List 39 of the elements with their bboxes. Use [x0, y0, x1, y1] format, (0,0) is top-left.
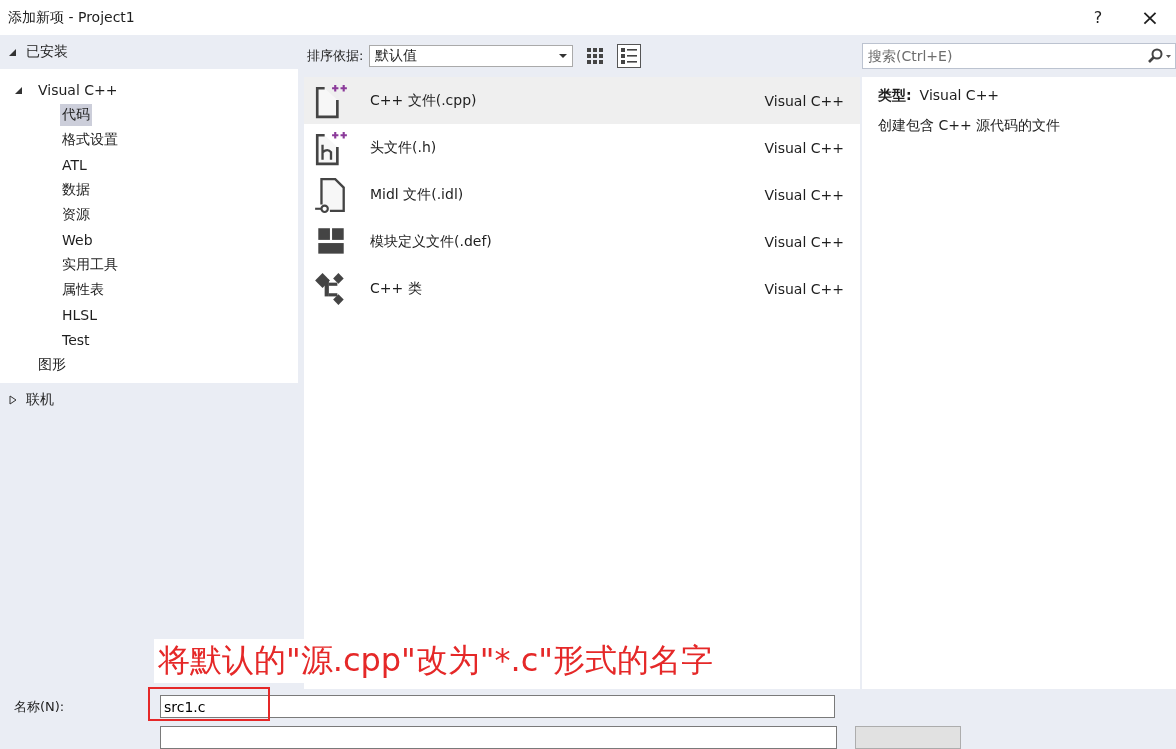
template-item[interactable]: Midl 文件(.idl) Visual C++ — [304, 171, 860, 219]
description-text: 创建包含 C++ 源代码的文件 — [878, 117, 1062, 136]
name-label: 名称(N): — [13, 697, 66, 716]
type-label: 类型: — [878, 87, 912, 106]
tree-item[interactable]: ATL — [60, 154, 89, 175]
sort-dropdown[interactable]: 默认值 — [369, 45, 574, 68]
tree-item[interactable]: 格式设置 — [60, 128, 120, 151]
section-header[interactable]: 已安装 — [26, 43, 68, 62]
search-icon — [1146, 48, 1172, 65]
collapsed-arrow-icon[interactable] — [8, 395, 18, 406]
template-item[interactable]: 模块定义文件(.def) Visual C++ — [304, 218, 860, 266]
type-value: Visual C++ — [919, 87, 1000, 106]
tree-item[interactable]: 图形 — [36, 353, 68, 376]
section-header[interactable]: 联机 — [26, 391, 54, 410]
cpp-file-icon — [314, 82, 348, 119]
tree-item[interactable]: 资源 — [60, 203, 92, 226]
close-button[interactable]: × — [1124, 5, 1176, 31]
sort-label: 排序依据: — [307, 47, 364, 66]
window-title: 添加新项 - Project1 — [8, 8, 136, 27]
tree-item[interactable]: Visual C++ — [36, 79, 120, 100]
tree-item[interactable]: Web — [60, 229, 95, 250]
tree-item[interactable]: HLSL — [60, 304, 99, 325]
name-field[interactable]: src1.c — [160, 695, 835, 718]
caret-icon — [559, 54, 568, 59]
tree-item[interactable]: 实用工具 — [60, 253, 120, 276]
template-item[interactable]: C++ 文件(.cpp) Visual C++ — [304, 77, 860, 125]
search-field[interactable]: 搜索(Ctrl+E) — [862, 43, 1176, 70]
help-button[interactable]: ? — [1072, 8, 1124, 28]
tree-item[interactable]: 代码 — [60, 103, 92, 126]
tree-item[interactable]: 数据 — [60, 178, 92, 201]
tree-item[interactable]: 属性表 — [60, 278, 106, 301]
list-view-button[interactable] — [617, 44, 642, 69]
header-file-icon — [314, 129, 348, 166]
template-item[interactable]: C++ 类 Visual C++ — [304, 265, 860, 313]
expanded-arrow-icon[interactable] — [8, 47, 18, 58]
location-field[interactable] — [160, 726, 837, 749]
template-item[interactable]: 头文件(.h) Visual C++ — [304, 124, 860, 172]
document-link-icon — [314, 176, 348, 213]
tree-item[interactable]: Test — [60, 329, 92, 350]
